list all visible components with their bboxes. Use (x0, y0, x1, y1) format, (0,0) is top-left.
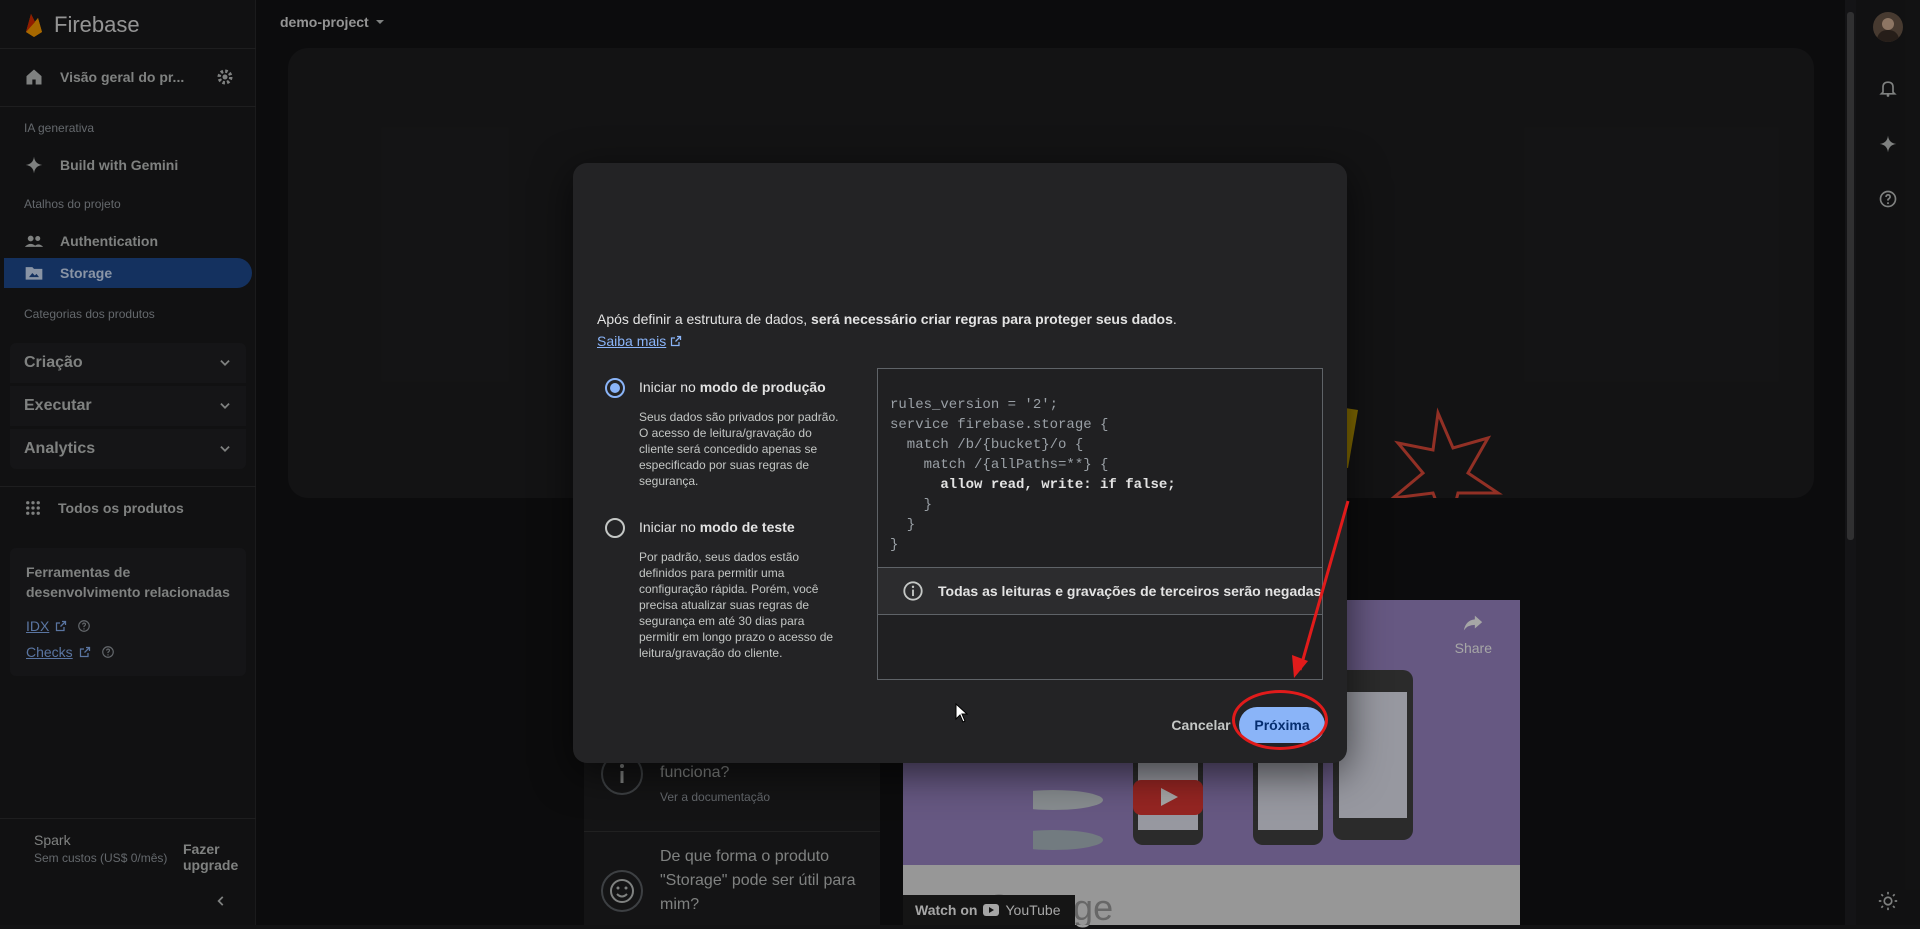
annotation-circle (1232, 690, 1328, 750)
option-test-label: Iniciar no modo de teste (639, 519, 795, 535)
security-rules-dialog: Após definir a estrutura de dados, será … (573, 163, 1347, 763)
mouse-cursor-icon (955, 703, 969, 723)
code-line: } (890, 497, 933, 513)
intro-end: . (1172, 311, 1177, 327)
option-production-mode[interactable]: Iniciar no modo de produção Seus dados s… (605, 375, 845, 505)
annotation-arrow (1292, 500, 1350, 678)
option-production-prefix: Iniciar no (639, 379, 700, 395)
option-test-bold: modo de teste (699, 519, 795, 535)
intro-normal: Após definir a estrutura de dados, (597, 311, 812, 327)
code-line-highlight: allow read, write: if false; (890, 477, 1176, 493)
intro-bold: será necessário criar regras para proteg… (811, 311, 1173, 327)
option-production-desc: Seus dados são privados por padrão. O ac… (639, 410, 839, 488)
option-test-mode[interactable]: Iniciar no modo de teste Por padrão, seu… (605, 515, 845, 675)
external-link-icon (671, 335, 682, 347)
option-test-prefix: Iniciar no (639, 519, 700, 535)
radio-production[interactable] (605, 378, 625, 398)
info-icon (903, 581, 923, 601)
rules-code-preview: rules_version = '2'; service firebase.sto… (877, 368, 1323, 680)
code-line: service firebase.storage { (890, 417, 1109, 433)
code-line: match /{allPaths=**} { (890, 457, 1109, 473)
rules-notice: Todas as leituras e gravações de terceir… (878, 567, 1322, 615)
learn-more-link[interactable]: Saiba mais (597, 333, 682, 349)
code-line: rules_version = '2'; (890, 397, 1059, 413)
intro-text: Após definir a estrutura de dados, será … (597, 311, 1177, 327)
option-production-bold: modo de produção (699, 379, 826, 395)
notice-text: Todas as leituras e gravações de terceir… (938, 583, 1322, 599)
code-line: match /b/{bucket}/o { (890, 437, 1084, 453)
radio-test[interactable] (605, 518, 625, 538)
code-line: } (890, 517, 916, 533)
code-line: } (890, 537, 899, 553)
option-test-desc: Por padrão, seus dados estão definidos p… (639, 550, 834, 660)
learn-more-label: Saiba mais (597, 333, 667, 349)
option-production-label: Iniciar no modo de produção (639, 379, 826, 395)
